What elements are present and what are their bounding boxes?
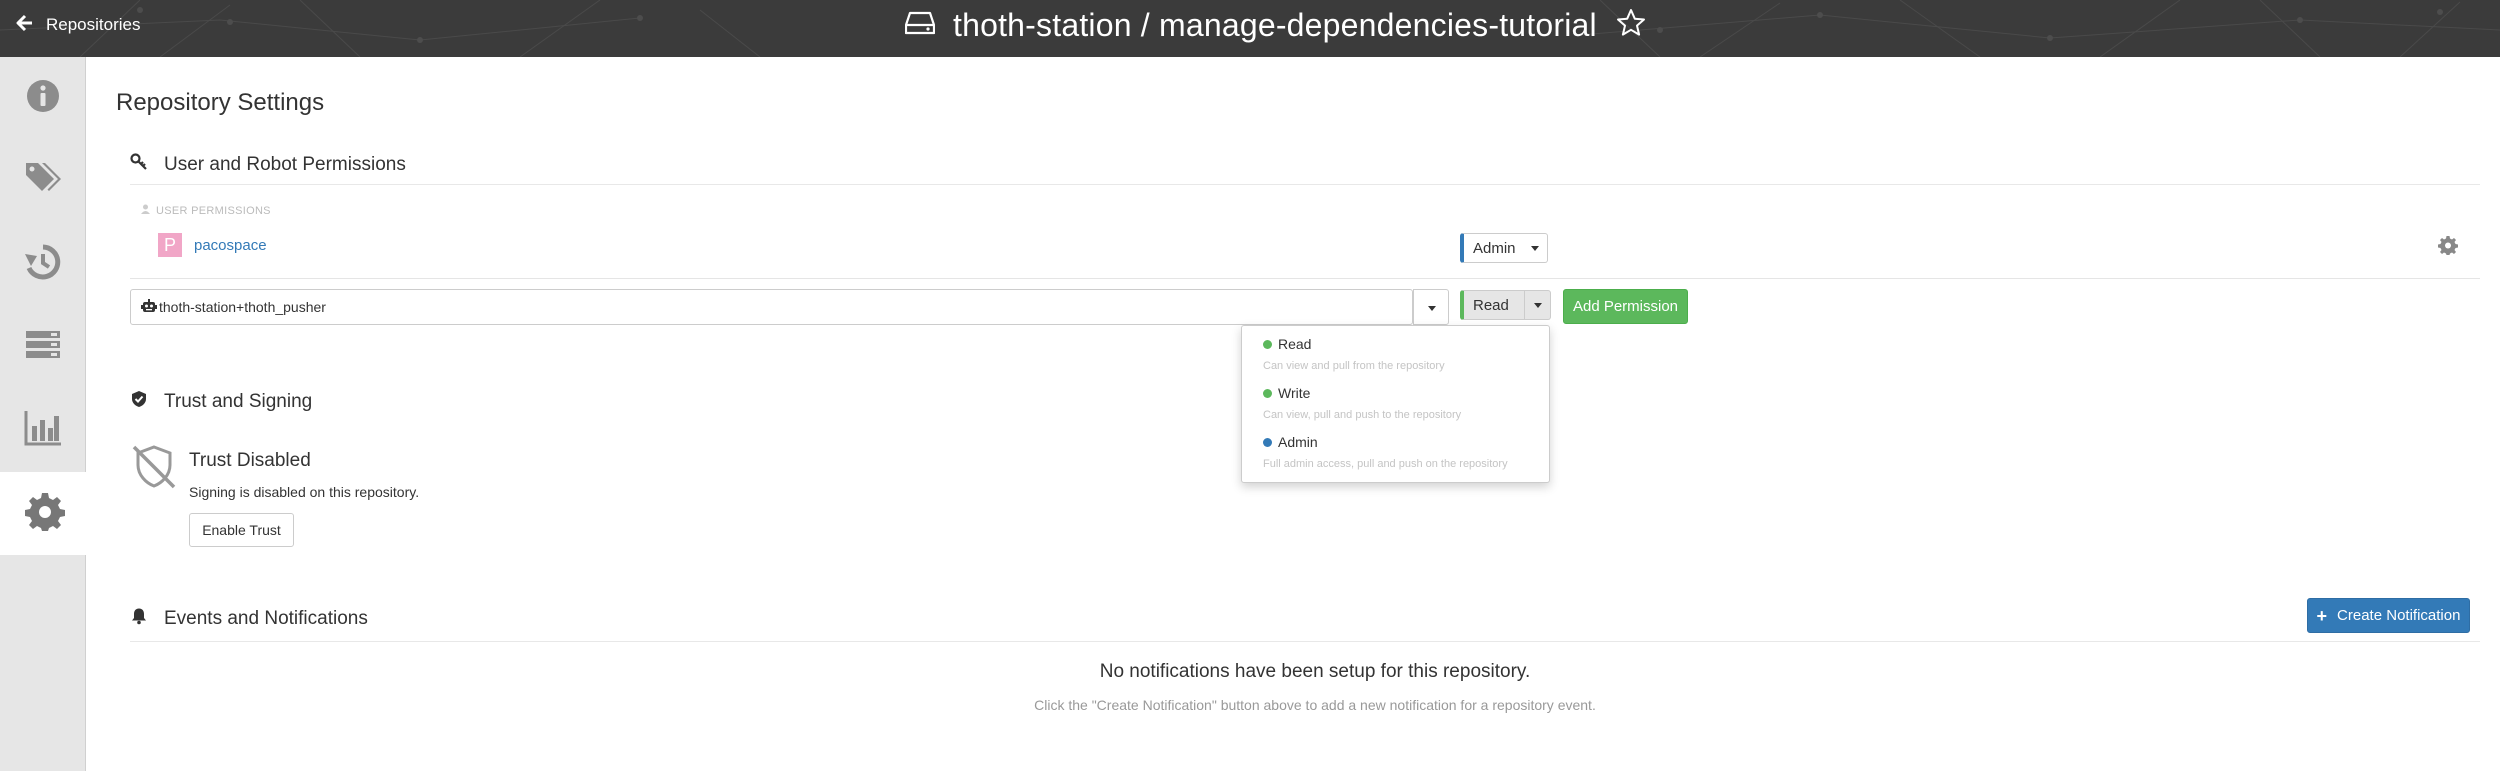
hard-drive-icon [904,10,936,41]
trust-status-description: Signing is disabled on this repository. [189,484,420,500]
gear-icon [2438,236,2458,259]
repository-title: thoth-station / manage-dependencies-tuto… [953,6,1597,43]
caret-down-icon [1531,246,1539,251]
sidebar-item-tags[interactable] [0,140,86,223]
section-divider [130,184,2480,185]
empty-notifications-description: Click the "Create Notification" button a… [1034,697,1596,713]
permissions-title-label: User and Robot Permissions [164,154,406,175]
role-dropdown-menu: Read Can view and pull from the reposito… [1241,325,1550,483]
entity-input-value: thoth-station+thoth_pusher [159,299,326,315]
menu-item-description: Can view, pull and push to the repositor… [1263,409,1462,421]
add-permission-button[interactable]: Add Permission [1563,289,1688,324]
entity-search-input[interactable]: thoth-station+thoth_pusher [130,289,1413,325]
info-icon [23,76,63,121]
menu-item-label: Write [1278,385,1311,401]
permission-options-button[interactable] [2438,235,2460,257]
builds-icon [23,325,63,370]
notifications-title-label: Events and Notifications [164,608,368,629]
role-select-pacospace[interactable]: Admin [1460,233,1548,263]
menu-item-description: Full admin access, pull and push on the … [1263,458,1508,470]
menu-item-write[interactable]: Write Can view, pull and push to the rep… [1242,377,1549,426]
user-permissions-label: USER PERMISSIONS [156,204,271,217]
caret-down-icon [1534,303,1542,308]
new-permission-role-select[interactable]: Read [1460,290,1551,320]
admin-status-dot [1263,437,1272,447]
plus-icon: + [2316,605,2328,626]
key-icon [130,153,148,177]
trust-title-label: Trust and Signing [164,391,313,412]
menu-item-admin[interactable]: Admin Full admin access, pull and push o… [1242,426,1549,475]
repository-header: thoth-station / manage-dependencies-tuto… [904,0,1647,50]
star-icon[interactable] [1615,7,1647,44]
usage-chart-icon [23,408,63,453]
trust-section-title: Trust and Signing [130,390,312,414]
create-notification-label: Create Notification [2337,607,2461,624]
menu-item-label: Admin [1278,434,1318,450]
menu-item-description: Can view and pull from the repository [1263,360,1445,372]
sidebar-item-builds[interactable] [0,306,86,389]
main-content: Repository Settings User and Robot Permi… [86,57,2500,771]
robot-icon [141,298,157,317]
role-select-value: Admin [1473,239,1516,257]
sidebar-item-settings[interactable] [0,472,86,555]
left-sidebar [0,57,86,771]
username-link[interactable]: pacospace [194,237,267,254]
permission-row-pacospace: P pacospace [158,233,267,257]
select-divider [1524,291,1525,319]
sidebar-item-usage[interactable] [0,389,86,472]
empty-notifications-title: No notifications have been setup for thi… [1099,661,1531,682]
top-bar: Repositories thoth-station / manage-depe… [0,0,2500,57]
role-select-value: Read [1473,296,1509,314]
avatar: P [158,233,182,257]
permissions-section-title: User and Robot Permissions [130,153,406,177]
section-divider [130,641,2480,642]
write-status-dot [1263,388,1272,398]
trust-status-title: Trust Disabled [189,450,311,471]
notifications-section-title: Events and Notifications [130,607,368,631]
shield-check-icon [130,390,148,414]
history-icon [23,242,63,287]
tags-icon [23,159,63,204]
settings-gear-icon [25,491,65,536]
arrow-left-icon [16,14,34,37]
read-status-dot [1263,339,1272,349]
enable-trust-button[interactable]: Enable Trust [189,513,294,547]
user-permissions-header: USER PERMISSIONS [141,204,271,217]
menu-item-read[interactable]: Read Can view and pull from the reposito… [1242,328,1549,377]
back-to-repositories-link[interactable]: Repositories [16,0,141,50]
menu-item-label: Read [1278,336,1312,352]
create-notification-button[interactable]: + Create Notification [2307,598,2470,633]
bell-icon [130,607,148,631]
back-link-label: Repositories [46,15,141,34]
page-title: Repository Settings [116,89,325,116]
shield-slash-icon [130,443,178,491]
row-divider [130,278,2480,279]
user-icon [141,204,150,217]
sidebar-item-info[interactable] [0,57,86,140]
sidebar-item-history[interactable] [0,223,86,306]
entity-dropdown-button[interactable] [1413,289,1449,325]
